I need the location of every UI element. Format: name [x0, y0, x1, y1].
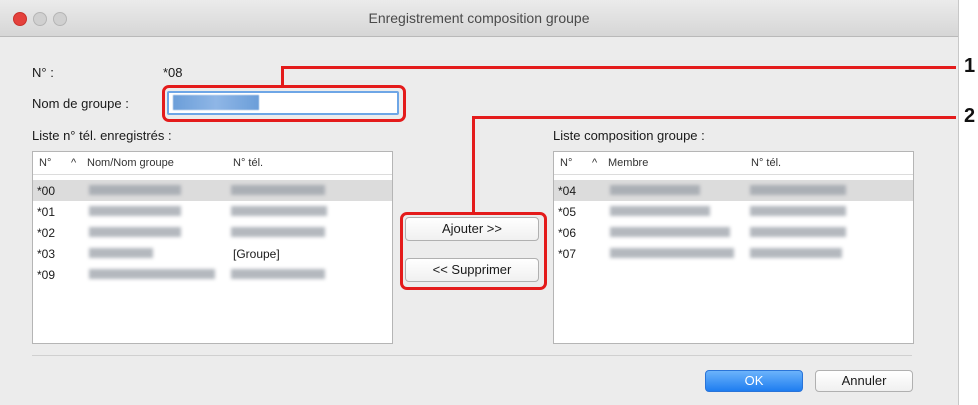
callout-1-leader-vertical [281, 66, 284, 86]
redacted-tel [231, 206, 327, 216]
redacted-name [89, 185, 181, 195]
redacted-tel [750, 248, 842, 258]
callout-number-2: 2 [964, 105, 976, 127]
list-item[interactable]: *03 [Groupe] [33, 243, 392, 264]
col-member-header[interactable]: Membre [608, 157, 648, 169]
sort-ascending-icon: ^ [71, 157, 77, 169]
registered-list-label: Liste n° tél. enregistrés : [32, 128, 172, 143]
registered-list-header: N° ^ Nom/Nom groupe N° tél. [33, 152, 392, 175]
callout-1-highlight [162, 85, 406, 122]
callout-number-1: 1 [964, 55, 976, 77]
redacted-name [89, 248, 153, 258]
title-bar: Enregistrement composition groupe [0, 0, 958, 37]
redacted-name [89, 206, 181, 216]
col-tel-header[interactable]: N° tél. [751, 157, 781, 169]
ok-button[interactable]: OK [705, 370, 803, 392]
window-title: Enregistrement composition groupe [368, 10, 590, 26]
redacted-tel [750, 206, 846, 216]
callout-2-highlight [400, 212, 547, 290]
row-number: *04 [558, 184, 577, 198]
row-number: *03 [37, 247, 56, 261]
number-label: N° : [32, 65, 54, 80]
list-item[interactable]: *02 [33, 222, 392, 243]
group-members-list-label: Liste composition groupe : [553, 128, 705, 143]
list-item[interactable]: *04 [554, 180, 913, 201]
redacted-tel [750, 185, 846, 195]
group-members-list-header: N° ^ Membre N° tél. [554, 152, 913, 175]
redacted-member [610, 248, 734, 258]
row-number: *00 [37, 184, 56, 198]
redacted-name [89, 269, 215, 279]
row-tel: [Groupe] [233, 247, 280, 261]
list-item[interactable]: *00 [33, 180, 392, 201]
col-name-header[interactable]: Nom/Nom groupe [87, 157, 174, 169]
list-item[interactable]: *06 [554, 222, 913, 243]
redacted-tel [231, 269, 325, 279]
list-item[interactable]: *07 [554, 243, 913, 264]
cancel-button[interactable]: Annuler [815, 370, 913, 392]
row-number: *01 [37, 205, 56, 219]
redacted-member [610, 185, 700, 195]
list-item[interactable]: *01 [33, 201, 392, 222]
row-number: *06 [558, 226, 577, 240]
number-value: *08 [163, 65, 183, 80]
row-number: *02 [37, 226, 56, 240]
callout-2-leader-horizontal [472, 116, 956, 119]
sort-ascending-icon: ^ [592, 157, 598, 169]
row-number: *05 [558, 205, 577, 219]
redacted-name [89, 227, 181, 237]
col-number-header[interactable]: N° [560, 157, 572, 169]
redacted-tel [231, 227, 325, 237]
list-item[interactable]: *05 [554, 201, 913, 222]
redacted-tel [231, 185, 325, 195]
callout-1-leader-horizontal [281, 66, 956, 69]
group-members-list[interactable]: N° ^ Membre N° tél. *04 *05 *06 *07 [553, 151, 914, 344]
col-number-header[interactable]: N° [39, 157, 51, 169]
redacted-member [610, 206, 710, 216]
dialog-window: Enregistrement composition groupe N° : *… [0, 0, 959, 405]
row-number: *07 [558, 247, 577, 261]
redacted-tel [750, 227, 846, 237]
registered-numbers-list[interactable]: N° ^ Nom/Nom groupe N° tél. *00 *01 *02 … [32, 151, 393, 344]
list-item[interactable]: *09 [33, 264, 392, 285]
footer-divider [32, 355, 912, 356]
redacted-member [610, 227, 730, 237]
group-name-label: Nom de groupe : [32, 96, 129, 111]
callout-2-leader-vertical [472, 116, 475, 213]
col-tel-header[interactable]: N° tél. [233, 157, 263, 169]
row-number: *09 [37, 268, 56, 282]
